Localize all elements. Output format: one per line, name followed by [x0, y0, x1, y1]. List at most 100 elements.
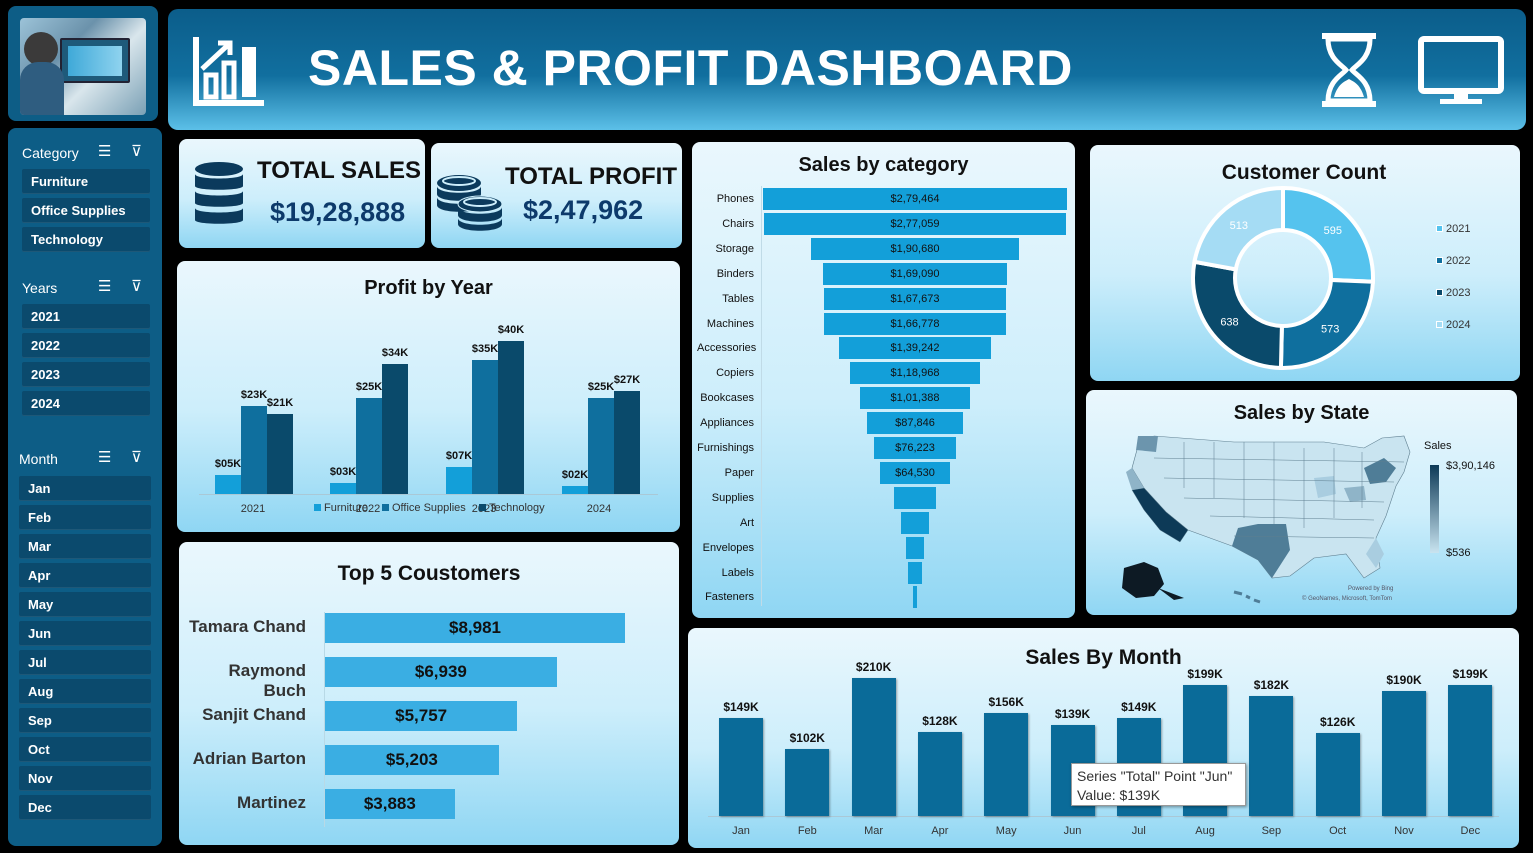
legend-2023: 2023	[1436, 287, 1470, 299]
x-tick-dec: Dec	[1460, 825, 1481, 837]
legend-swatch	[314, 504, 321, 511]
month-bar-nov	[1382, 691, 1426, 816]
legend-swatch	[1436, 225, 1443, 232]
slicer-item-2024[interactable]: 2024	[22, 391, 150, 416]
data-label: $156K	[988, 695, 1024, 710]
customer-bar: $8,981	[325, 613, 625, 643]
data-label: $139K	[1054, 706, 1091, 721]
category-bar: $1,18,968	[850, 362, 980, 385]
slicer-item-sep[interactable]: Sep	[19, 708, 151, 733]
slicer-item-jun[interactable]: Jun	[19, 621, 151, 646]
legend-2024: 2024	[1436, 319, 1470, 331]
profit-bar-office-supplies-2021	[241, 406, 267, 494]
multi-select-icon[interactable]: ☰	[98, 448, 111, 466]
category-bar	[894, 486, 936, 509]
legend-2022: 2022	[1436, 255, 1470, 267]
data-label: $102K	[789, 730, 825, 745]
axis-line	[761, 186, 762, 606]
map-attribution-bing: Powered by Bing	[1348, 586, 1394, 592]
slicer-item-may[interactable]: May	[19, 592, 151, 617]
slicer-category-label: Category	[22, 145, 79, 161]
category-bar	[913, 586, 917, 609]
x-tick-jun: Jun	[1063, 825, 1082, 837]
customer-name: Sanjit Chand	[202, 705, 306, 724]
tooltip-series-line: Series "Total" Point "Jun"	[1077, 768, 1233, 784]
category-label: Machines	[706, 317, 754, 330]
slicer-item-aug[interactable]: Aug	[19, 679, 151, 704]
slicer-item-furniture[interactable]: Furniture	[22, 169, 150, 194]
slicer-item-technology[interactable]: Technology	[22, 227, 150, 252]
slicer-item-mar[interactable]: Mar	[19, 534, 151, 559]
category-label: Envelopes	[702, 541, 754, 554]
sales-by-state-panel: Sales by State Sales $3,90,146 $536 Powe…	[1086, 390, 1517, 615]
kpi-total-sales-card: TOTAL SALES $19,28,888	[179, 139, 425, 248]
legend-swatch	[479, 504, 486, 511]
donut-label: 573	[1321, 323, 1339, 335]
multi-select-icon[interactable]: ☰	[98, 142, 111, 160]
kpi-total-sales-value: $19,28,888	[270, 197, 406, 227]
map-color-scale	[1430, 465, 1439, 553]
customer-name: Martinez	[237, 793, 306, 812]
x-tick-nov: Nov	[1394, 825, 1414, 837]
profit-bar-technology-2023	[498, 341, 524, 494]
customer-bar: $3,883	[325, 789, 455, 819]
category-label: Supplies	[711, 491, 754, 504]
month-bar-feb	[785, 748, 830, 816]
month-bar-sep	[1249, 696, 1294, 816]
month-bar-mar	[851, 678, 896, 816]
slicer-item-jan[interactable]: Jan	[19, 476, 151, 501]
category-label: Phones	[716, 193, 754, 205]
sales-by-month-title: Sales By Month	[1025, 646, 1182, 669]
slicer-month-label: Month	[19, 451, 58, 467]
data-label: $190K	[1386, 673, 1422, 688]
data-label: $34K	[381, 346, 409, 359]
kpi-total-profit-label: TOTAL PROFIT	[505, 163, 677, 190]
slicer-item-nov[interactable]: Nov	[19, 766, 151, 791]
profit-by-year-title: Profit by Year	[364, 277, 493, 299]
category-label: Appliances	[700, 417, 754, 430]
profit-bar-technology-2021	[267, 413, 293, 494]
month-bar-oct	[1315, 733, 1360, 816]
customer-name: Adrian Barton	[192, 749, 306, 768]
x-tick-may: May	[995, 825, 1017, 837]
customer-name: Raymond Buch	[228, 661, 306, 700]
chart-tooltip: Series "Total" Point "Jun" Value: $139K	[1071, 763, 1246, 806]
legend-swatch	[1436, 289, 1443, 296]
profit-bar-technology-2024	[614, 390, 640, 494]
customer-count-title: Customer Count	[1221, 161, 1387, 184]
slicer-item-apr[interactable]: Apr	[19, 563, 151, 588]
legend-label: 2021	[1446, 223, 1471, 235]
category-bar: $1,90,680	[811, 237, 1019, 260]
x-tick-oct: Oct	[1329, 825, 1347, 837]
map-legend-title: Sales	[1424, 440, 1452, 452]
profit-by-year-panel: Profit by Year $05K $03K $07K $02K $23K $25K $…	[177, 261, 680, 532]
slicer-item-2021[interactable]: 2021	[22, 304, 150, 329]
profit-bar-furniture-2023	[446, 467, 472, 494]
slicer-item-2023[interactable]: 2023	[22, 362, 150, 387]
data-label: $27K	[613, 373, 641, 386]
legend-office-supplies-label: Office Supplies	[392, 502, 466, 514]
slicer-item-feb[interactable]: Feb	[19, 505, 151, 530]
slicer-item-2022[interactable]: 2022	[22, 333, 150, 358]
category-label: Bookcases	[700, 392, 754, 405]
legend-office-supplies: Office Supplies	[382, 502, 466, 514]
clear-filter-icon[interactable]: ⊽	[131, 448, 142, 466]
slicer-item-dec[interactable]: Dec	[19, 795, 151, 820]
slicer-item-jul[interactable]: Jul	[19, 650, 151, 675]
category-bar: $1,67,673	[823, 287, 1007, 310]
slicer-item-office-supplies[interactable]: Office Supplies	[22, 198, 150, 223]
x-tick-feb: Feb	[797, 825, 817, 837]
profit-bar-technology-2022	[382, 363, 408, 494]
clear-filter-icon[interactable]: ⊽	[131, 277, 142, 295]
hourglass-icon	[1322, 33, 1376, 107]
sales-by-category-title: Sales by category	[798, 154, 969, 176]
data-label: $182K	[1253, 678, 1290, 693]
data-label: $128K	[922, 713, 958, 728]
multi-select-icon[interactable]: ☰	[98, 277, 111, 295]
category-label: Binders	[716, 267, 754, 280]
clear-filter-icon[interactable]: ⊽	[131, 142, 142, 160]
legend-label: 2023	[1446, 287, 1471, 299]
legend-technology: Technology	[479, 502, 545, 514]
slicer-item-oct[interactable]: Oct	[19, 737, 151, 762]
x-tick-jan: Jan	[732, 825, 750, 837]
